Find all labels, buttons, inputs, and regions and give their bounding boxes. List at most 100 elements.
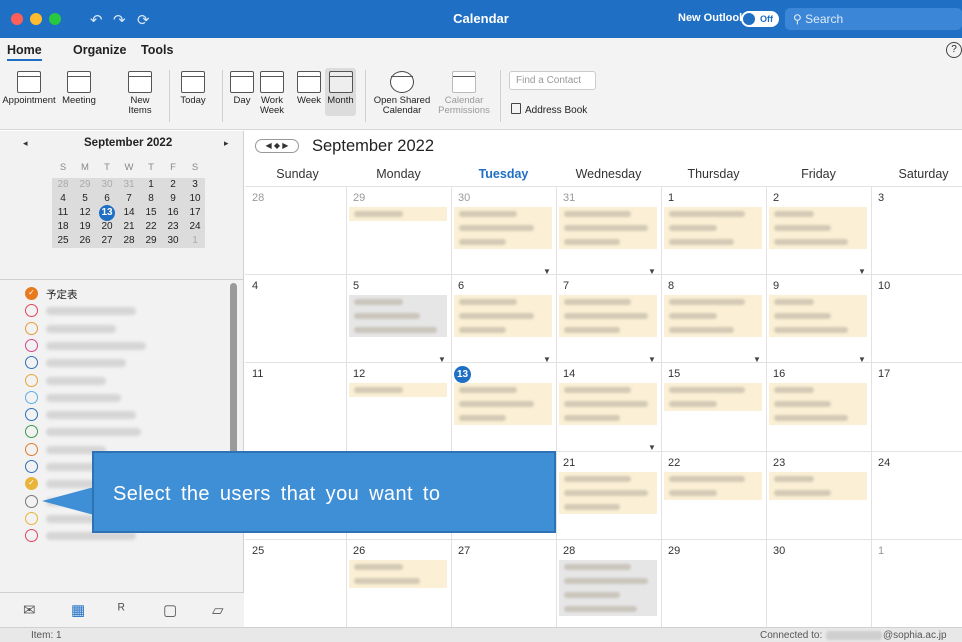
event-item[interactable] [559, 588, 657, 602]
event-item[interactable] [559, 472, 657, 486]
day-cell[interactable]: 27 [452, 540, 557, 628]
day-cell[interactable]: 23 [767, 452, 872, 540]
day-cell[interactable]: 2 ▼ [767, 187, 872, 276]
appointment-button[interactable]: Appointment [0, 71, 58, 106]
event-item[interactable] [664, 486, 762, 500]
event-item[interactable] [664, 323, 762, 337]
event-item[interactable] [769, 323, 867, 337]
day-cell[interactable]: 28 [557, 540, 662, 628]
day-cell[interactable]: 31 ▼ [557, 187, 662, 276]
today-button[interactable]: Today [176, 71, 210, 106]
mini-calendar-day[interactable]: 28 [121, 233, 137, 249]
event-item[interactable] [454, 383, 552, 397]
address-book-button[interactable]: Address Book [511, 103, 587, 116]
event-item[interactable] [349, 574, 447, 588]
day-cell[interactable]: 15 [662, 363, 767, 451]
day-cell[interactable]: 9 ▼ [767, 275, 872, 364]
event-item[interactable] [454, 221, 552, 235]
people-icon[interactable]: ᴿ [118, 601, 125, 618]
event-item[interactable] [454, 397, 552, 411]
mini-calendar-next-button[interactable]: ▸ [224, 138, 229, 149]
mini-calendar-day[interactable]: 27 [99, 233, 115, 249]
tab-organize[interactable]: Organize [73, 43, 127, 57]
tab-tools[interactable]: Tools [141, 43, 173, 57]
calendar-checkbox[interactable] [25, 390, 38, 404]
event-item[interactable] [559, 295, 657, 309]
tab-home[interactable]: Home [7, 43, 42, 61]
event-item[interactable] [559, 574, 657, 588]
event-item[interactable] [349, 207, 447, 221]
calendar-checkbox[interactable] [25, 373, 38, 387]
calendar-checkbox[interactable] [25, 529, 38, 543]
day-cell[interactable]: 29 [347, 187, 452, 275]
day-cell[interactable]: 12 [347, 363, 452, 451]
calendar-checkbox-checked[interactable]: ✓ [25, 477, 38, 491]
calendar-icon[interactable]: ▦ [71, 601, 85, 619]
mini-calendar-day[interactable]: 1 [187, 233, 203, 249]
open-shared-calendar-button[interactable]: Open Shared Calendar [372, 71, 432, 116]
event-item[interactable] [769, 235, 867, 249]
day-cell[interactable]: 17 [872, 363, 962, 451]
event-item[interactable] [664, 221, 762, 235]
event-item[interactable] [664, 295, 762, 309]
mini-calendar-day[interactable]: 30 [165, 233, 181, 249]
calendar-list-item[interactable] [25, 407, 226, 423]
day-cell[interactable]: 1 [872, 540, 962, 628]
new-items-button[interactable]: New Items [118, 71, 162, 116]
day-cell[interactable]: 7 ▼ [557, 275, 662, 364]
day-cell[interactable]: 4 [246, 275, 351, 363]
event-item[interactable] [769, 295, 867, 309]
event-item[interactable] [559, 221, 657, 235]
day-cell[interactable]: 6 ▼ [452, 275, 557, 364]
day-cell[interactable]: 1 [662, 187, 767, 275]
event-item[interactable] [664, 235, 762, 249]
day-cell[interactable]: 29 [662, 540, 767, 628]
day-view-button[interactable]: Day [228, 71, 256, 106]
event-item[interactable] [559, 207, 657, 221]
notes-icon[interactable]: ▱ [212, 601, 224, 619]
calendar-checkbox[interactable] [25, 442, 38, 456]
event-item[interactable] [454, 309, 552, 323]
work-week-view-button[interactable]: Work Week [257, 71, 287, 116]
mini-calendar-day[interactable]: 29 [143, 233, 159, 249]
event-item[interactable] [769, 383, 867, 397]
event-item[interactable] [349, 309, 447, 323]
event-item[interactable] [664, 472, 762, 486]
week-view-button[interactable]: Week [293, 71, 325, 106]
calendar-checkbox[interactable] [25, 338, 38, 352]
day-cell[interactable]: 30 [767, 540, 872, 628]
meeting-button[interactable]: Meeting [61, 71, 97, 106]
event-item[interactable] [559, 411, 657, 425]
calendar-list-item[interactable] [25, 303, 226, 319]
event-item[interactable] [769, 486, 867, 500]
event-item[interactable] [559, 323, 657, 337]
day-cell[interactable]: 16 [767, 363, 872, 451]
event-item[interactable] [559, 602, 657, 616]
calendar-checkbox[interactable] [25, 321, 38, 335]
event-item[interactable] [664, 383, 762, 397]
day-cell[interactable]: 5 ▼ [347, 275, 452, 364]
event-item[interactable] [349, 383, 447, 397]
event-item[interactable] [559, 560, 657, 574]
calendar-checkbox[interactable] [25, 304, 38, 318]
event-item[interactable] [769, 221, 867, 235]
calendar-list-item[interactable] [25, 321, 226, 337]
event-item[interactable] [454, 235, 552, 249]
event-item[interactable] [769, 309, 867, 323]
calendar-list-item[interactable] [25, 390, 226, 406]
calendar-list-scrollbar[interactable] [230, 283, 237, 463]
day-cell[interactable]: 22 [662, 452, 767, 540]
month-view-button[interactable]: Month [325, 68, 356, 116]
calendar-permissions-button[interactable]: Calendar Permissions [436, 71, 492, 116]
event-item[interactable] [769, 207, 867, 221]
event-item[interactable] [559, 500, 657, 514]
calendar-list-item[interactable] [25, 424, 226, 440]
calendar-checkbox[interactable] [25, 425, 38, 439]
calendar-list-item[interactable]: ✓ 予定表 [25, 286, 226, 302]
day-cell[interactable]: 28 [246, 187, 351, 275]
mail-icon[interactable]: ✉ [23, 601, 36, 619]
day-cell[interactable]: 3 [872, 187, 962, 275]
event-item[interactable] [664, 207, 762, 221]
event-item[interactable] [454, 207, 552, 221]
event-item[interactable] [454, 323, 552, 337]
